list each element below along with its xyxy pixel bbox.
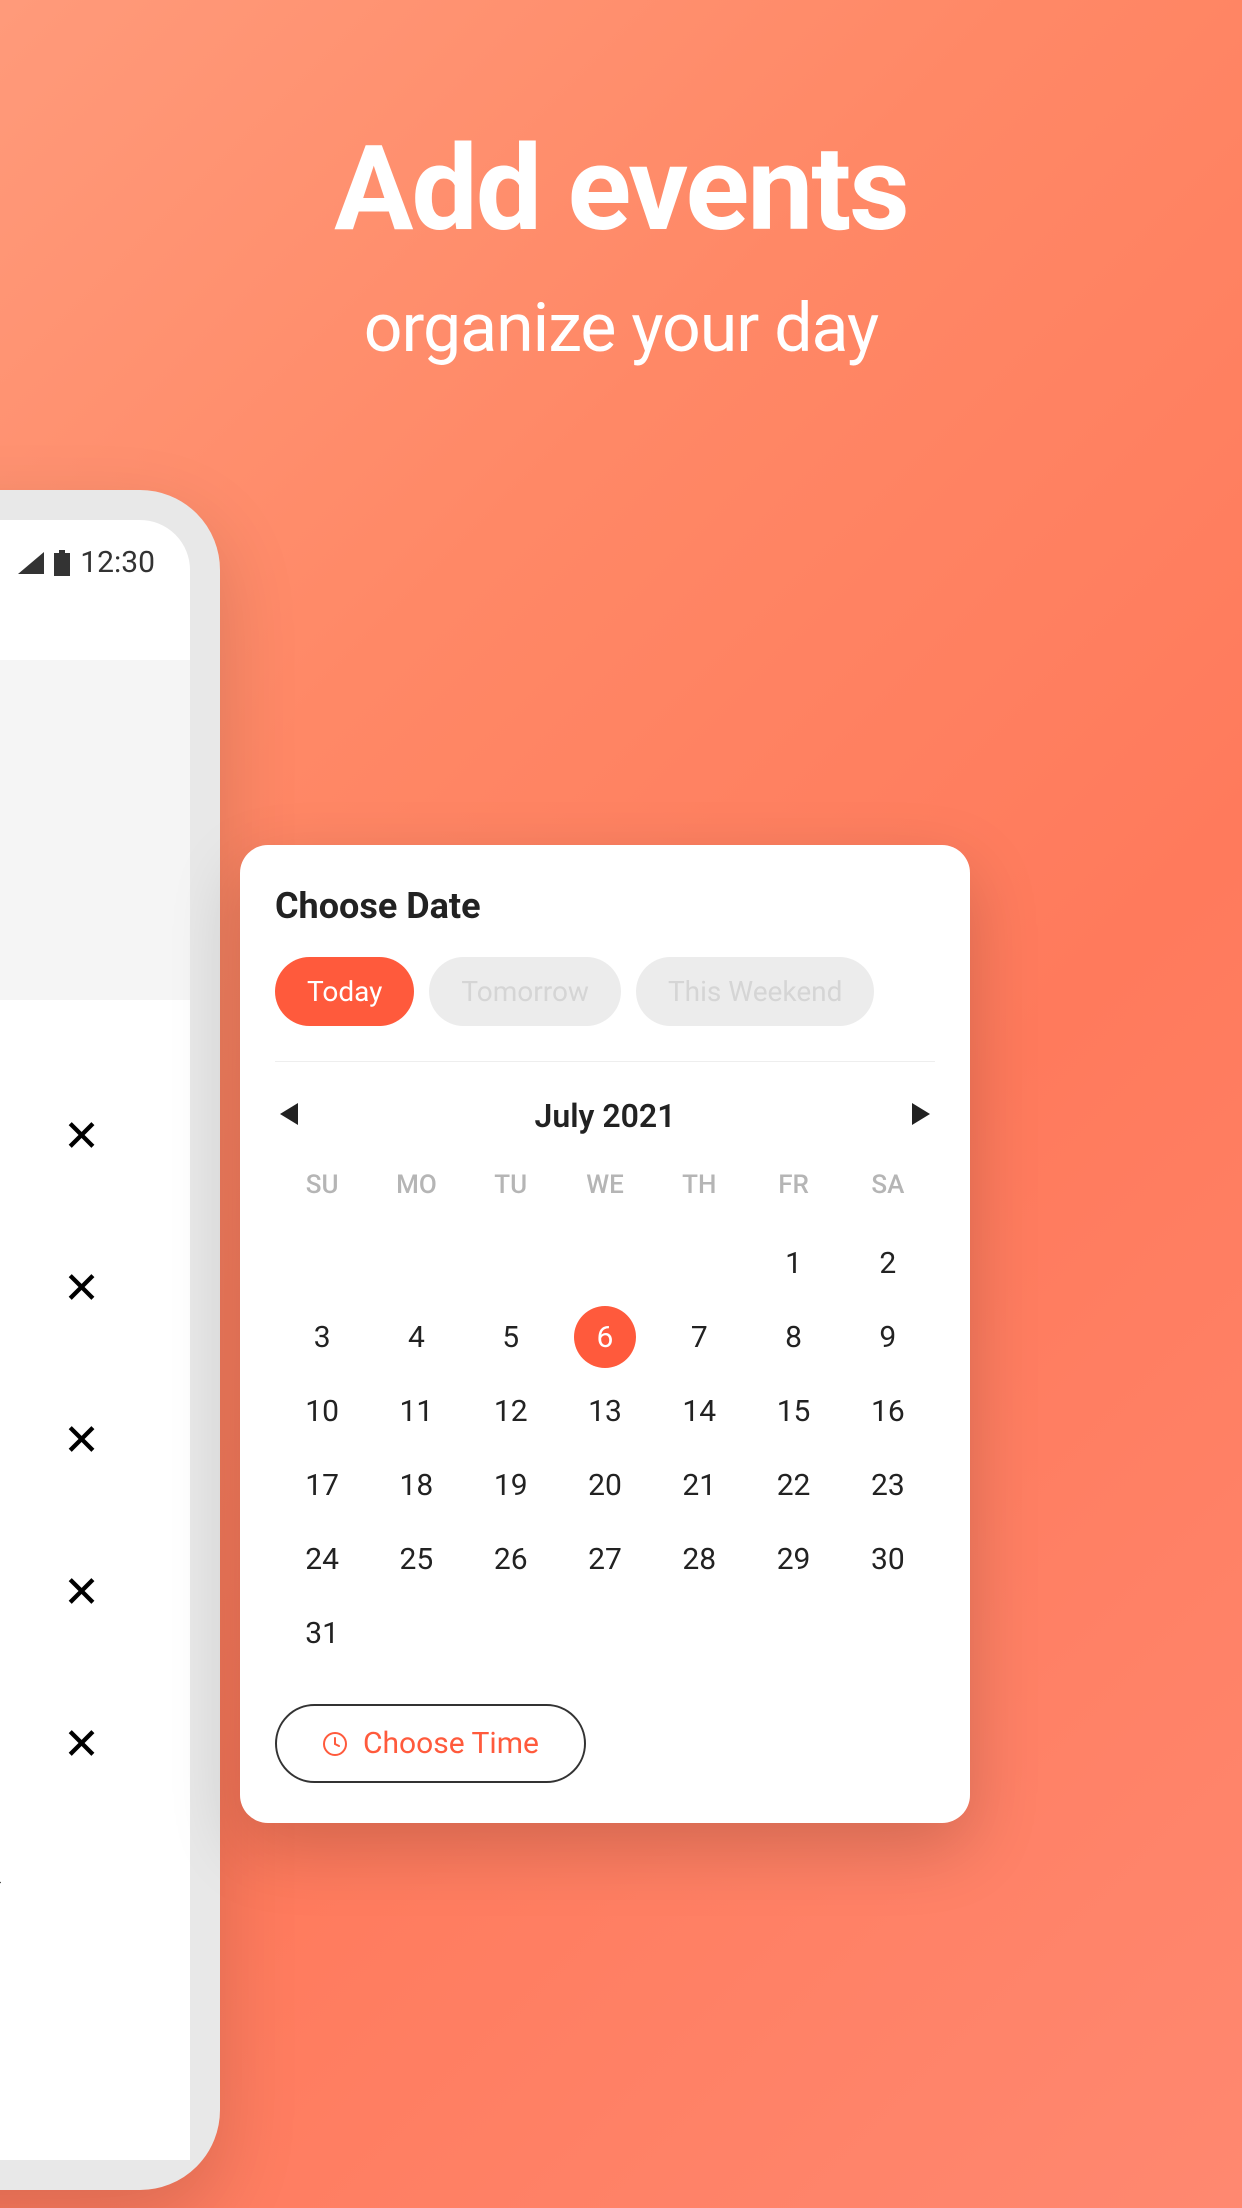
- day-cell[interactable]: 20: [574, 1454, 636, 1516]
- chip-today[interactable]: Today: [275, 957, 414, 1026]
- calendar-grid: SUMOTUWETHFRSA12345678910111213141516171…: [275, 1170, 935, 1664]
- hero-subtitle: organize your day: [0, 288, 1242, 368]
- card-title: Choose Date: [275, 885, 935, 927]
- day-cell[interactable]: 27: [574, 1528, 636, 1590]
- day-cell[interactable]: 14: [668, 1380, 730, 1442]
- day-header: SU: [306, 1170, 339, 1220]
- chip-tomorrow[interactable]: Tomorrow: [429, 957, 621, 1026]
- day-cell[interactable]: 21: [668, 1454, 730, 1516]
- day-cell-empty: [574, 1232, 636, 1294]
- day-cell[interactable]: 1: [763, 1232, 825, 1294]
- day-cell[interactable]: 8: [763, 1306, 825, 1368]
- day-cell[interactable]: 29: [763, 1528, 825, 1590]
- day-cell[interactable]: 30: [857, 1528, 919, 1590]
- close-icon[interactable]: ✕: [0, 1668, 100, 1820]
- signal-icon: [18, 552, 44, 574]
- list: ✕ ✕ ✕ ✕ ✕ ⌄: [0, 1060, 190, 1902]
- day-cell[interactable]: 31: [291, 1602, 353, 1664]
- day-cell-empty: [480, 1232, 542, 1294]
- day-cell[interactable]: 7: [668, 1306, 730, 1368]
- next-month-icon[interactable]: [912, 1103, 930, 1129]
- day-cell[interactable]: 12: [480, 1380, 542, 1442]
- day-cell[interactable]: 18: [385, 1454, 447, 1516]
- day-cell[interactable]: 10: [291, 1380, 353, 1442]
- day-header: TH: [682, 1170, 716, 1220]
- phone-frame: 12:30 ✕ ✕ ✕ ✕ ✕ ⌄ /e: [0, 490, 220, 2190]
- close-icon[interactable]: ✕: [0, 1516, 100, 1668]
- day-cell[interactable]: 15: [763, 1380, 825, 1442]
- choose-time-button[interactable]: Choose Time: [275, 1704, 586, 1783]
- day-cell[interactable]: 23: [857, 1454, 919, 1516]
- day-cell[interactable]: 22: [763, 1454, 825, 1516]
- clock-icon: [322, 1731, 348, 1757]
- day-cell-empty: [291, 1232, 353, 1294]
- day-cell[interactable]: 5: [480, 1306, 542, 1368]
- day-header: WE: [586, 1170, 624, 1220]
- day-header: FR: [778, 1170, 809, 1220]
- day-cell[interactable]: 6: [574, 1306, 636, 1368]
- day-cell[interactable]: 9: [857, 1306, 919, 1368]
- phone-content: ✕ ✕ ✕ ✕ ✕ ⌄ /e: [0, 640, 190, 2160]
- day-cell[interactable]: 13: [574, 1380, 636, 1442]
- battery-icon: [54, 550, 70, 576]
- chevron-down-icon[interactable]: ⌄: [0, 1820, 100, 1902]
- day-cell[interactable]: 3: [291, 1306, 353, 1368]
- day-cell[interactable]: 24: [291, 1528, 353, 1590]
- close-icon[interactable]: ✕: [0, 1060, 100, 1212]
- status-time: 12:30: [80, 545, 155, 580]
- month-navigation: July 2021: [275, 1097, 935, 1135]
- day-header: MO: [396, 1170, 437, 1220]
- day-cell[interactable]: 17: [291, 1454, 353, 1516]
- day-cell[interactable]: 11: [385, 1380, 447, 1442]
- day-cell[interactable]: 28: [668, 1528, 730, 1590]
- content-placeholder: [0, 660, 190, 1000]
- hero-section: Add events organize your day: [0, 0, 1242, 368]
- day-cell[interactable]: 16: [857, 1380, 919, 1442]
- day-cell[interactable]: 25: [385, 1528, 447, 1590]
- day-cell-empty: [668, 1232, 730, 1294]
- day-cell[interactable]: 19: [480, 1454, 542, 1516]
- day-header: SA: [871, 1170, 904, 1220]
- quick-date-chips: Today Tomorrow This Weekend: [275, 957, 935, 1062]
- day-cell[interactable]: 4: [385, 1306, 447, 1368]
- choose-time-label: Choose Time: [363, 1726, 539, 1761]
- month-label: July 2021: [535, 1097, 676, 1135]
- status-bar: 12:30: [18, 545, 155, 580]
- day-cell-empty: [385, 1232, 447, 1294]
- close-icon[interactable]: ✕: [0, 1212, 100, 1364]
- date-picker-card: Choose Date Today Tomorrow This Weekend …: [240, 845, 970, 1823]
- day-cell[interactable]: 26: [480, 1528, 542, 1590]
- day-header: TU: [494, 1170, 527, 1220]
- chip-weekend[interactable]: This Weekend: [636, 957, 874, 1026]
- close-icon[interactable]: ✕: [0, 1364, 100, 1516]
- prev-month-icon[interactable]: [280, 1103, 298, 1129]
- day-cell[interactable]: 2: [857, 1232, 919, 1294]
- hero-title: Add events: [0, 120, 1242, 258]
